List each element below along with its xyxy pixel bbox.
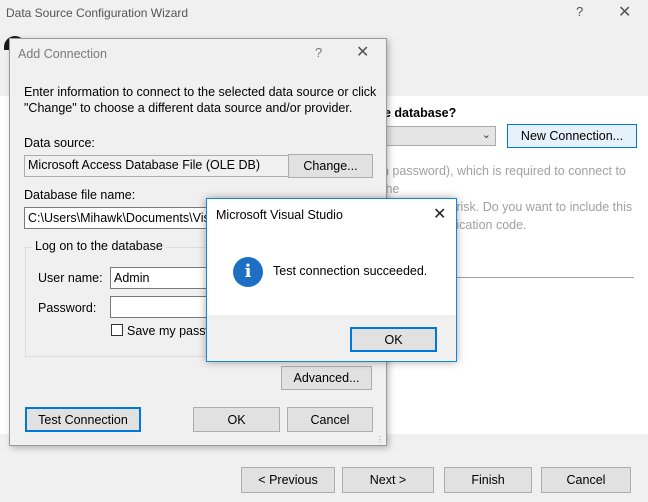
password-input[interactable]	[110, 296, 210, 318]
wizard-help-icon[interactable]: ?	[576, 4, 583, 19]
password-label: Password:	[38, 301, 97, 315]
wizard-cancel-button[interactable]: Cancel	[541, 467, 631, 493]
finish-button[interactable]: Finish	[444, 467, 532, 493]
message-box-close-icon[interactable]: ✕	[433, 204, 446, 224]
wizard-question: e database?	[384, 106, 457, 120]
new-connection-button[interactable]: New Connection...	[507, 124, 637, 148]
ok-button[interactable]: OK	[193, 407, 280, 432]
db-file-input[interactable]	[24, 207, 214, 229]
connection-dropdown[interactable]: ⌄	[380, 126, 496, 146]
message-box-title: Microsoft Visual Studio	[216, 208, 343, 222]
advanced-button[interactable]: Advanced...	[281, 366, 372, 390]
change-button[interactable]: Change...	[288, 154, 373, 178]
save-password-checkbox[interactable]	[111, 324, 123, 336]
logon-group-label: Log on to the database	[32, 239, 166, 253]
next-button[interactable]: Next >	[342, 467, 434, 493]
wizard-close-icon[interactable]: ✕	[618, 2, 631, 22]
message-box-footer: OK	[207, 315, 456, 361]
add-connection-title: Add Connection	[18, 47, 107, 61]
message-box-dialog: Microsoft Visual Studio ✕ i Test connect…	[206, 198, 457, 362]
add-connection-close-icon[interactable]: ✕	[356, 42, 369, 62]
info-icon: i	[233, 257, 263, 287]
cancel-button[interactable]: Cancel	[287, 407, 373, 432]
chevron-down-icon: ⌄	[481, 129, 491, 141]
previous-button[interactable]: < Previous	[241, 467, 335, 493]
save-password-label: Save my passw	[127, 324, 215, 338]
message-box-text: Test connection succeeded.	[273, 264, 428, 278]
username-label: User name:	[38, 271, 103, 285]
data-source-field: Microsoft Access Database File (OLE DB)	[24, 155, 289, 177]
resize-grip-icon[interactable]: ⋮⋮	[376, 435, 391, 444]
wizard-title: Data Source Configuration Wizard	[6, 6, 189, 20]
wizard-text-line: n password), which is required to connec…	[382, 164, 626, 196]
username-input[interactable]	[110, 267, 210, 289]
test-connection-button[interactable]: Test Connection	[25, 407, 141, 432]
add-connection-instructions: Enter information to connect to the sele…	[24, 85, 377, 115]
data-source-label: Data source:	[24, 136, 95, 150]
add-connection-help-icon[interactable]: ?	[315, 45, 322, 60]
message-ok-button[interactable]: OK	[350, 327, 437, 352]
db-file-label: Database file name:	[24, 188, 136, 202]
